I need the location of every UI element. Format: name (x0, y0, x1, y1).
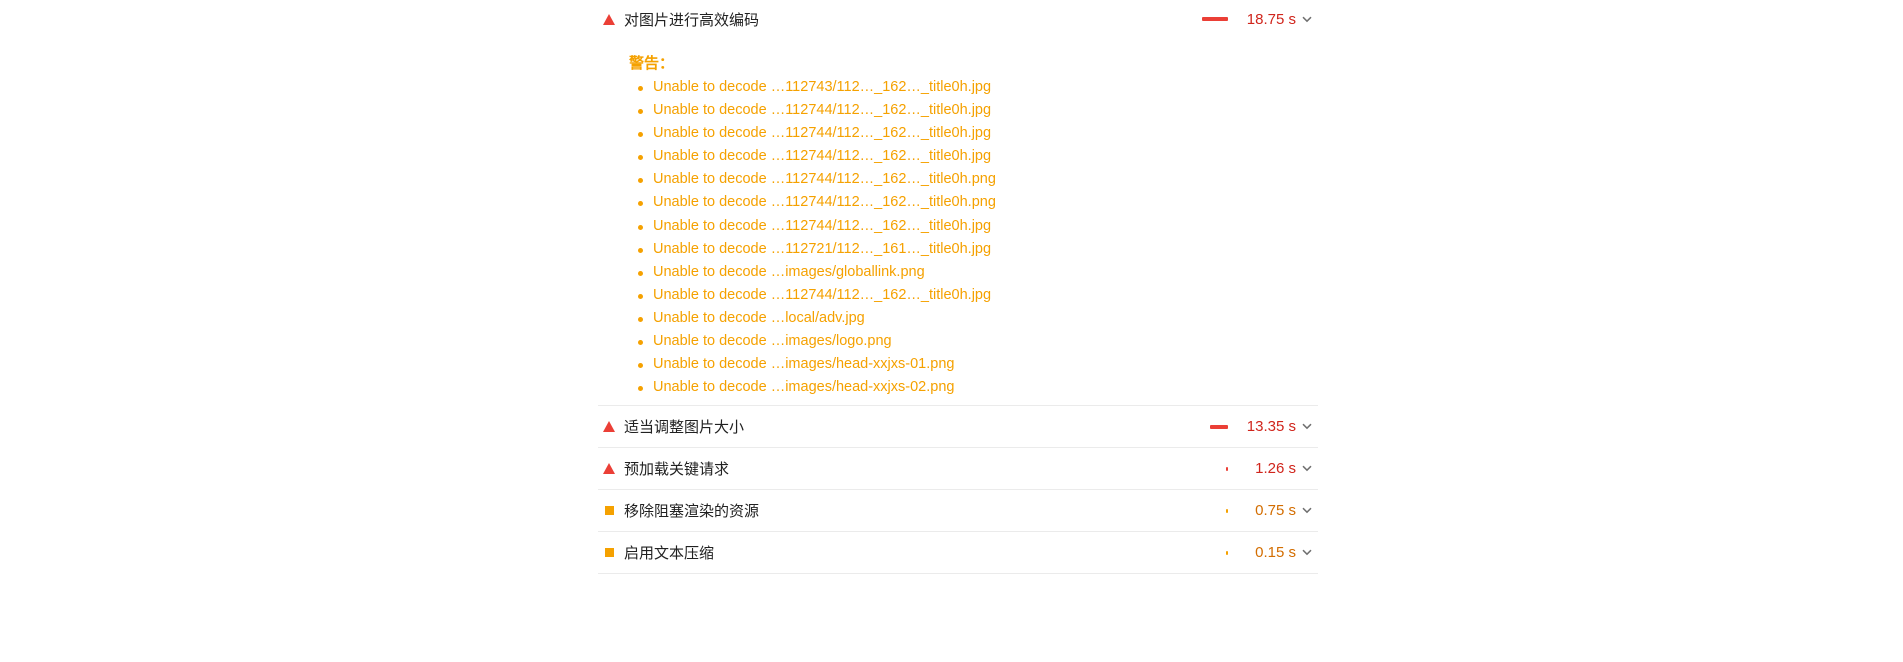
warning-item: Unable to decode …images/head-xxjxs-01.p… (638, 353, 1318, 376)
audit-title: 启用文本压缩 (624, 544, 715, 563)
savings-value: 0.15 s (1255, 544, 1296, 562)
audit-render-blocking-resources[interactable]: 移除阻塞渲染的资源 0.75 s (598, 490, 1318, 533)
savings-value: 1.26 s (1255, 460, 1296, 478)
chevron-down-icon[interactable] (1296, 549, 1318, 556)
warning-item: Unable to decode …local/adv.jpg (638, 307, 1318, 330)
audit-warnings: 警告： Unable to decode …112743/112…_162…_t… (598, 53, 1318, 407)
warning-item: Unable to decode …112721/112…_161…_title… (638, 238, 1318, 261)
warning-item: Unable to decode …112744/112…_162…_title… (638, 99, 1318, 122)
warning-item: Unable to decode …112744/112…_162…_title… (638, 122, 1318, 145)
chevron-down-icon[interactable] (1296, 465, 1318, 472)
savings-bar (1210, 424, 1228, 429)
warning-item: Unable to decode …112744/112…_162…_title… (638, 168, 1318, 191)
chevron-down-icon[interactable] (1296, 423, 1318, 430)
red-triangle-icon (598, 463, 624, 475)
savings-value: 0.75 s (1255, 502, 1296, 520)
orange-square-icon (598, 548, 624, 558)
savings-bar (1226, 508, 1228, 513)
savings-value: 18.75 s (1246, 10, 1296, 28)
audit-title: 移除阻塞渲染的资源 (624, 502, 760, 521)
chevron-down-icon[interactable] (1296, 16, 1318, 23)
savings-value: 13.35 s (1246, 418, 1296, 436)
audit-title: 适当调整图片大小 (624, 418, 745, 437)
savings-bar (1226, 550, 1228, 555)
audit-preload-key-requests[interactable]: 预加载关键请求 1.26 s (598, 448, 1318, 491)
warning-item: Unable to decode …112744/112…_162…_title… (638, 215, 1318, 238)
audit-resize-images[interactable]: 适当调整图片大小 13.35 s (598, 406, 1318, 449)
audit-encode-images[interactable]: 对图片进行高效编码 18.75 s (598, 0, 1318, 38)
savings-bar (1202, 17, 1228, 21)
warnings-label: 警告： (629, 54, 675, 72)
opportunities-list: 对图片进行高效编码 18.75 s 警告： Unable to decode …… (598, 0, 1318, 575)
audit-text-compression[interactable]: 启用文本压缩 0.15 s (598, 532, 1318, 575)
warning-item: Unable to decode …images/globallink.png (638, 261, 1318, 284)
chevron-down-icon[interactable] (1296, 507, 1318, 514)
warning-item: Unable to decode …112744/112…_162…_title… (638, 284, 1318, 307)
audit-title: 预加载关键请求 (624, 460, 730, 479)
warnings-list: Unable to decode …112743/112…_162…_title… (629, 76, 1318, 399)
orange-square-icon (598, 506, 624, 516)
warning-item: Unable to decode …images/head-xxjxs-02.p… (638, 376, 1318, 399)
warning-item: Unable to decode …images/logo.png (638, 330, 1318, 353)
savings-bar (1226, 466, 1228, 471)
warning-item: Unable to decode …112744/112…_162…_title… (638, 145, 1318, 168)
red-triangle-icon (598, 421, 624, 433)
warning-item: Unable to decode …112744/112…_162…_title… (638, 191, 1318, 214)
audit-title: 对图片进行高效编码 (624, 10, 760, 29)
warning-item: Unable to decode …112743/112…_162…_title… (638, 76, 1318, 99)
red-triangle-icon (598, 13, 624, 25)
